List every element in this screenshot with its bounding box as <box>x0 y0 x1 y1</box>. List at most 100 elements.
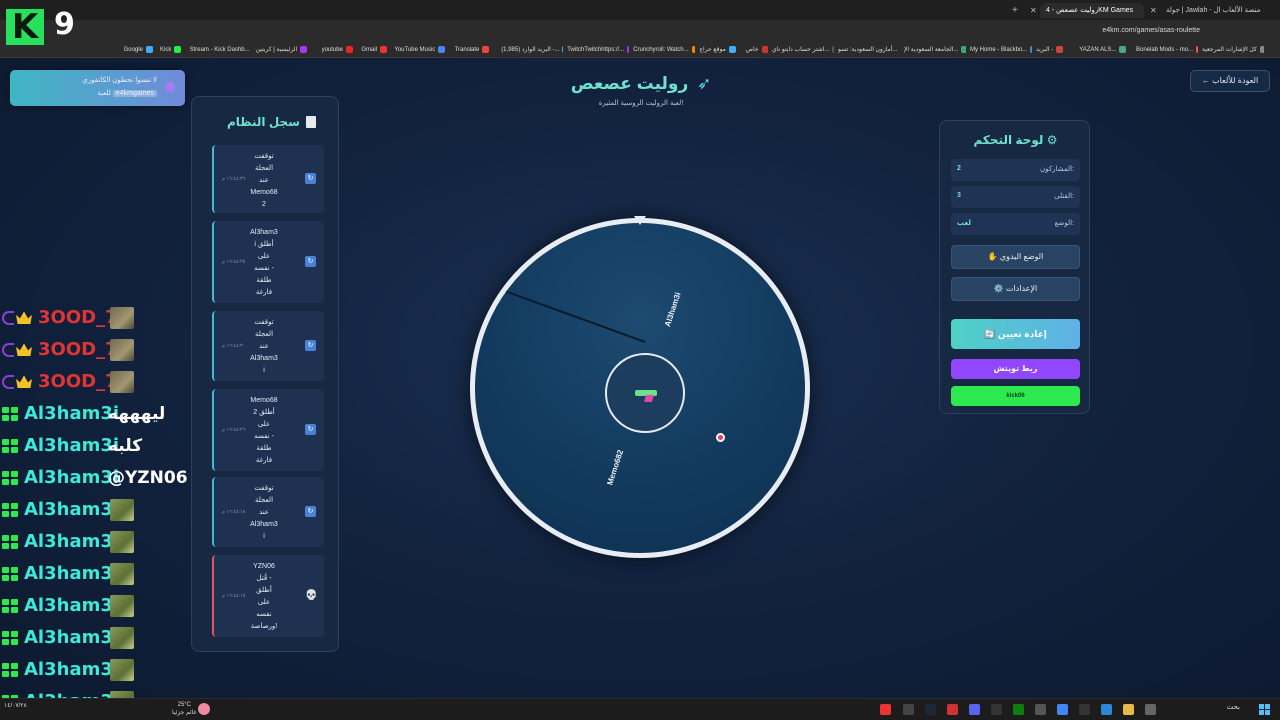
folder-icon[interactable] <box>1123 704 1134 715</box>
manual-mode-button[interactable]: ✋ الوضع اليدوي <box>951 245 1080 269</box>
crown-icon <box>16 375 32 388</box>
close-icon[interactable]: ✕ <box>1030 3 1037 18</box>
bookmark-item[interactable]: أمازون السعودية: تسو... <box>838 44 900 56</box>
connect-kick-button[interactable]: kick06 <box>951 386 1080 406</box>
bookmark-item[interactable]: YAZAN ALS... <box>1079 44 1132 56</box>
kick-badge-icon <box>2 631 20 646</box>
app-icon[interactable] <box>1035 704 1046 715</box>
page-subtitle: لعبة الروليت الروسية المثيرة! <box>598 100 684 107</box>
nine-logo: 9 <box>54 7 75 42</box>
discord-icon[interactable] <box>969 704 980 715</box>
bookmark-item[interactable]: Gmail <box>361 44 390 56</box>
steam-icon[interactable] <box>925 704 936 715</box>
chat-username: 3OOD_7 <box>38 339 118 360</box>
kick-badge-icon <box>2 439 20 454</box>
app-icon[interactable] <box>1079 704 1090 715</box>
kick-badge-icon <box>2 599 20 614</box>
bookmark-favicon-icon <box>174 45 182 53</box>
chat-username: Al3ham3i <box>24 435 120 456</box>
chat-username: Al3ham3i <box>24 467 120 488</box>
tab-label: جولة | Jawlah - منصة الألعاب ال <box>1166 7 1261 14</box>
bookmark-favicon-icon <box>438 45 446 53</box>
chat-message: Al3ham3i <box>2 594 202 618</box>
weather-widget[interactable]: 25°C غائم جزئيا <box>172 701 197 717</box>
chat-username: Al3ham3i <box>24 595 120 616</box>
bookmark-label: (1,985) البريد الوارد -... <box>501 47 560 53</box>
bookmark-item[interactable]: Stream - Kick Dashb... <box>190 44 252 56</box>
settings-button[interactable]: ⚙️ الإعدادات <box>951 277 1080 301</box>
bookmark-item[interactable]: My Home - Blackbo... <box>970 44 1032 56</box>
refresh-icon: ↻ <box>305 256 316 267</box>
bookmark-item[interactable]: Kick <box>160 44 186 56</box>
bookmark-favicon-icon <box>627 45 630 53</box>
back-to-games-button[interactable]: ← العودة للألعاب <box>1190 70 1270 92</box>
address-bar: ← → ↻ e4km.com/games/asas-roulette ☆ <box>0 20 1280 54</box>
windows-start-icon[interactable] <box>1259 704 1270 715</box>
bookmark-item[interactable]: YouTube Music <box>394 44 450 56</box>
bookmark-item[interactable]: موقع حراج <box>699 44 742 56</box>
capcut-icon[interactable] <box>903 704 914 715</box>
bookmark-label: Bonelab Mods - mo... <box>1136 47 1194 53</box>
bookmark-item[interactable]: (1,985) البريد الوارد -... <box>501 44 564 56</box>
close-icon[interactable]: ✕ <box>1150 3 1157 18</box>
bookmark-item[interactable]: اشتر حساب دايتو ناي... <box>772 44 834 56</box>
xbox-icon[interactable] <box>1013 704 1024 715</box>
bookmarks-bar: كل الإشارات المرجعية Bonelab Mods - mo...… <box>0 42 1280 58</box>
emote-icon <box>110 627 134 649</box>
app-icon[interactable] <box>1101 704 1112 715</box>
app-icon[interactable] <box>1145 704 1156 715</box>
tab-jawlah[interactable]: جولة | Jawlah - منصة الألعاب ال <box>1160 3 1272 18</box>
emote-icon <box>110 371 134 393</box>
banner-text-2: للعبة e4kmgames <box>97 89 157 97</box>
log-list[interactable]: توقفت العجلة عند Memo68 2 ١٦:٤٤:٣٦ م ↻ Al3h… <box>204 145 324 645</box>
bookmark-item[interactable]: البريد - <box>1036 44 1075 56</box>
bookmark-item[interactable]: Crunchyroll: Watch... <box>633 44 696 56</box>
segment-divider <box>484 282 646 343</box>
log-entry: Al3ham3 i أطلق على نفسه - طلقة فارغة ١٦:٤… <box>212 221 324 303</box>
bookmark-item[interactable]: Bonelab Mods - mo... <box>1136 44 1198 56</box>
title-text: روليت عصعص <box>570 74 689 93</box>
bookmark-item[interactable]: كل الإشارات المرجعية <box>1202 44 1264 56</box>
tab-roulette[interactable]: روليت عصعص - 4KM Games <box>1040 3 1144 18</box>
chat-message: 3OOD_7 <box>2 338 202 362</box>
category-reminder-banner: لا تنسوا تحطون الكاتقوري للعبة e4kmgames <box>10 70 185 106</box>
emote-icon <box>110 659 134 681</box>
bookmark-item[interactable]: Translate <box>455 44 498 56</box>
banner-text: لا تنسوا تحطون الكاتقوري <box>82 77 157 84</box>
bookmark-favicon-icon <box>1119 45 1127 53</box>
connect-twitch-button[interactable]: ربط تويتش <box>951 359 1080 379</box>
bookmark-item[interactable]: TwitchTwitchhttps://... <box>567 44 630 56</box>
bookmark-label: My Home - Blackbo... <box>970 47 1028 53</box>
os-taskbar: ١٤/٠٧/٢٨ 25°C غائم جزئيا بحث <box>0 698 1280 720</box>
refresh-icon: ↻ <box>305 506 316 517</box>
bookmark-item[interactable]: الجامعة السعودية الإ... <box>904 44 966 56</box>
control-title-text: لوحة التحكم <box>973 133 1044 147</box>
bookmark-label: Stream - Kick Dashb... <box>189 47 250 53</box>
search-box[interactable]: بحث <box>1227 703 1240 711</box>
log-entry-time: ١٦:٤٤:٣٦ م <box>222 176 246 182</box>
roulette-wheel[interactable]: Al3ham3i Memo682 <box>470 216 810 558</box>
chat-message: Al3ham3i كلبه <box>2 434 202 458</box>
bookmark-item[interactable]: خاص <box>746 44 768 56</box>
record-icon[interactable] <box>880 704 891 715</box>
chat-message: 3OOD_7 <box>2 370 202 394</box>
wheel-center[interactable] <box>605 353 685 433</box>
bookmark-item[interactable]: Google <box>124 44 156 56</box>
url-field[interactable]: e4km.com/games/asas-roulette <box>1102 24 1200 38</box>
refresh-icon: ↻ <box>305 173 316 184</box>
bookmark-item[interactable]: الرئيسية | كريتين <box>256 44 318 56</box>
bookmark-favicon-icon <box>562 45 564 53</box>
stat-value: لعب <box>957 220 971 227</box>
app-icon[interactable] <box>947 704 958 715</box>
bookmark-label: Crunchyroll: Watch... <box>633 47 689 53</box>
tab-label: روليت عصعص - 4KM Games <box>1046 7 1134 14</box>
bookmark-favicon-icon <box>1030 45 1032 53</box>
chrome-icon[interactable] <box>1057 704 1068 715</box>
bookmark-label: الرئيسية | كريتين <box>255 47 298 53</box>
reset-button[interactable]: 🔄 إعادة تعيين <box>951 319 1080 349</box>
chat-text: كلبه <box>108 436 143 456</box>
app-icon[interactable] <box>991 704 1002 715</box>
new-tab-icon[interactable]: + <box>1012 3 1018 18</box>
bookmark-item[interactable]: youtube <box>322 44 358 56</box>
stat-participants: المشاركون: 2 <box>951 159 1080 181</box>
